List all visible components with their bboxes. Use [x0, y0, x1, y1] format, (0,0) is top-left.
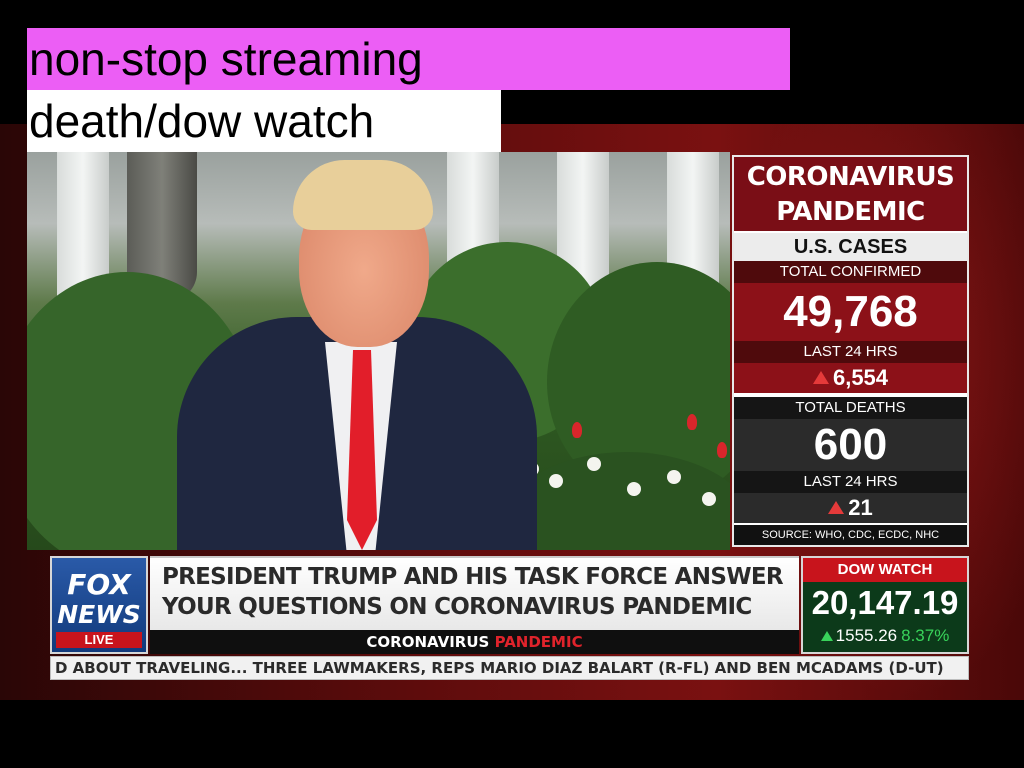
fox-news-logo: FOX NEWS LIVE: [50, 556, 148, 654]
video-scene: [27, 152, 730, 550]
deaths-24h-row: 21: [734, 493, 967, 523]
up-arrow-icon: [820, 631, 833, 641]
topic-part2: PANDEMIC: [494, 633, 583, 651]
person-hair: [293, 160, 433, 230]
white-flower: [549, 474, 563, 488]
red-tulip: [717, 442, 727, 458]
dow-watch-box: DOW WATCH 20,147.19 1555.26 8.37%: [801, 556, 969, 654]
panel-title-line1: CORONAVIRUS: [734, 157, 967, 195]
headline-line2: YOUR QUESTIONS ON CORONAVIRUS PANDEMIC: [162, 594, 752, 620]
up-arrow-icon: [812, 371, 829, 384]
deaths-value: 600: [734, 419, 967, 471]
red-tulip: [687, 414, 697, 430]
logo-word-news: NEWS: [57, 600, 141, 629]
caption-line1: non-stop streaming: [27, 28, 790, 90]
red-tulip: [572, 422, 582, 438]
panel-subtitle: U.S. CASES: [734, 233, 967, 261]
headline-line1: PRESIDENT TRUMP AND HIS TASK FORCE ANSWE…: [162, 564, 784, 590]
white-flower: [587, 457, 601, 471]
confirmed-value: 49,768: [734, 283, 967, 341]
up-arrow-icon: [828, 501, 845, 514]
confirmed-24h-label: LAST 24 HRS: [734, 341, 967, 363]
white-flower: [667, 470, 681, 484]
deaths-24h-label: LAST 24 HRS: [734, 471, 967, 493]
coronavirus-stats-panel: CORONAVIRUS PANDEMIC U.S. CASES TOTAL CO…: [732, 155, 969, 547]
dow-percent: 8.37%: [901, 626, 950, 645]
white-flower: [702, 492, 716, 506]
live-badge: LIVE: [56, 632, 142, 648]
confirmed-label: TOTAL CONFIRMED: [734, 261, 967, 283]
ticker-text: D ABOUT TRAVELING... THREE LAWMAKERS, RE…: [55, 659, 944, 677]
deaths-label: TOTAL DEATHS: [734, 397, 967, 419]
logo-word-fox: FOX: [67, 568, 131, 601]
news-ticker: D ABOUT TRAVELING... THREE LAWMAKERS, RE…: [50, 656, 969, 680]
topic-text: CORONAVIRUS PANDEMIC: [150, 633, 799, 651]
panel-source: SOURCE: WHO, CDC, ECDC, NHC: [734, 525, 967, 545]
headline-box: PRESIDENT TRUMP AND HIS TASK FORCE ANSWE…: [150, 556, 799, 630]
confirmed-24h-row: 6,554: [734, 363, 967, 393]
topic-part1: CORONAVIRUS: [366, 633, 490, 651]
caption-line2: death/dow watch: [27, 90, 501, 152]
confirmed-24h-value: 6,554: [832, 365, 889, 390]
dow-value: 20,147.19: [811, 584, 959, 621]
dow-label: DOW WATCH: [803, 558, 967, 582]
dow-change: 1555.26: [835, 626, 898, 645]
dow-change-row: 1555.26 8.37%: [803, 626, 967, 646]
white-flower: [627, 482, 641, 496]
topic-bar: CORONAVIRUS PANDEMIC: [150, 630, 799, 654]
panel-title-line2: PANDEMIC: [734, 195, 967, 231]
deaths-24h-value: 21: [848, 495, 873, 520]
